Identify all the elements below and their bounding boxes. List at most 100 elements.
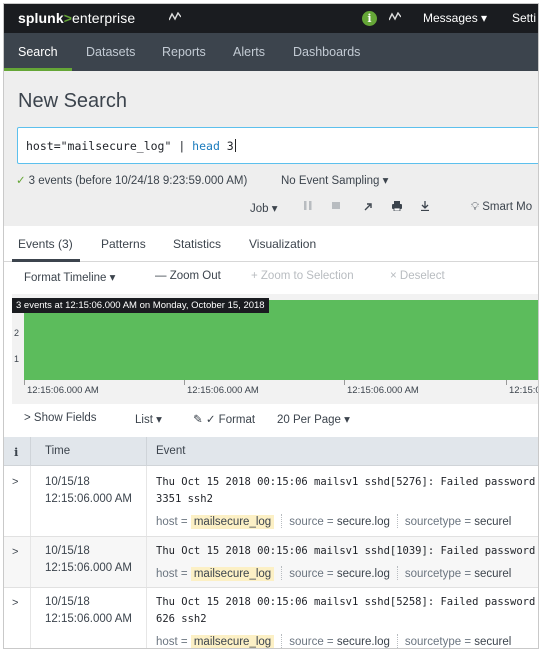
deselect-button[interactable]: × Deselect [390,270,445,282]
logo-brand: splunk [18,10,64,26]
activity-menu-icon[interactable] [388,11,402,25]
field-separator [396,514,398,528]
format-timeline-dropdown[interactable]: Format Timeline ▾ [24,270,115,284]
logo-product: enterprise [72,10,136,26]
timeline-x-tick [184,380,185,385]
event-sampling-dropdown[interactable]: No Event Sampling ▾ [281,173,388,187]
show-fields-button[interactable]: > Show Fields [24,412,97,424]
nav-reports[interactable]: Reports [162,45,206,59]
nav-dashboards[interactable]: Dashboards [293,45,360,59]
row-divider [30,466,31,536]
top-bar: splunk>enterprise i Messages ▾ Setti [4,4,538,33]
source-field-value[interactable]: secure.log [337,636,390,648]
event-date: 10/15/18 [45,476,90,488]
job-menu[interactable]: Job ▾ [250,201,278,215]
splunk-logo[interactable]: splunk>enterprise [18,10,135,26]
print-icon[interactable] [392,201,402,214]
bulb-icon: 💡︎ [471,201,480,213]
splunk-window: splunk>enterprise i Messages ▾ Setti Sea… [3,3,539,649]
timeline-x-tick [24,380,25,385]
settings-menu[interactable]: Setti [512,11,536,25]
source-field-value[interactable]: secure.log [337,568,390,580]
event-time: 12:15:06.000 AM [45,493,132,505]
field-separator [281,634,283,648]
timeline-y-label: 2 [14,328,20,338]
tab-statistics[interactable]: Statistics [173,237,221,251]
export-icon[interactable] [420,201,430,214]
event-timeline[interactable]: 3 events at 12:15:06.000 AM on Monday, O… [12,294,538,404]
tab-active-indicator [12,259,80,262]
tab-events[interactable]: Events (3) [18,237,73,251]
stop-icon[interactable] [332,201,340,213]
nav-search[interactable]: Search [18,45,58,59]
zoom-to-selection-button[interactable]: + Zoom to Selection [251,270,354,282]
row-divider [30,588,31,648]
event-raw-text: Thu Oct 15 2018 00:15:06 mailsv1 sshd[10… [156,545,539,557]
logo-arrow: > [63,10,72,26]
share-icon[interactable] [364,201,374,214]
sourcetype-field-value[interactable]: securel [474,568,511,580]
event-column-header: Event [156,445,186,457]
list-view-dropdown[interactable]: List ▾ [135,412,162,426]
field-separator [281,514,283,528]
tab-visualization[interactable]: Visualization [249,237,316,251]
nav-alerts[interactable]: Alerts [233,45,265,59]
expand-chevron-icon[interactable]: > [12,476,18,488]
event-time: 12:15:06.000 AM [45,562,132,574]
per-page-dropdown[interactable]: 20 Per Page ▾ [277,412,350,426]
table-row: > 10/15/18 12:15:06.000 AM Thu Oct 15 20… [4,588,539,648]
timeline-y-label: 1 [14,354,20,364]
field-separator [396,634,398,648]
event-raw-text: Thu Oct 15 2018 00:15:06 mailsv1 sshd[52… [156,596,539,608]
info-column-icon: i [14,445,19,459]
tab-patterns[interactable]: Patterns [101,237,146,251]
row-divider [30,537,31,587]
event-fields: host = mailsecure_log source = secure.log… [156,634,512,648]
search-query-text[interactable]: host="mailsecure_log" | head 3 [26,139,236,153]
event-raw-text: 626 ssh2 [156,613,207,625]
source-field-value[interactable]: secure.log [337,516,390,528]
table-row: > 10/15/18 12:15:06.000 AM Thu Oct 15 20… [4,537,539,588]
events-table-header: i Time Event [4,437,538,466]
event-fields: host = mailsecure_log source = secure.log… [156,514,512,529]
messages-menu[interactable]: Messages ▾ [423,11,487,25]
timeline-tooltip: 3 events at 12:15:06.000 AM on Monday, O… [12,298,269,313]
sourcetype-field-value[interactable]: securel [474,636,511,648]
search-header: New Search host="mailsecure_log" | head … [4,71,538,226]
search-command: head [192,139,220,153]
host-field-value[interactable]: mailsecure_log [190,515,275,529]
event-raw-text: Thu Oct 15 2018 00:15:06 mailsv1 sshd[52… [156,476,539,488]
expand-chevron-icon[interactable]: > [12,546,18,558]
format-button[interactable]: ✎︎ ✓ Format [193,412,255,426]
timeline-x-label: 12:15:06.000 AM [187,385,259,396]
info-icon[interactable]: i [362,11,377,26]
row-divider [146,466,147,536]
host-field-value[interactable]: mailsecure_log [190,635,275,648]
table-row: > 10/15/18 12:15:06.000 AM Thu Oct 15 20… [4,466,539,537]
event-time: 12:15:06.000 AM [45,613,132,625]
timeline-x-label: 12:15:06.000 AM [27,385,99,396]
text-cursor [234,139,236,152]
column-divider [30,437,31,466]
check-icon: ✓ [16,175,26,187]
row-divider [146,537,147,587]
activity-icon[interactable] [168,11,182,25]
zoom-out-button[interactable]: — Zoom Out [155,270,221,282]
host-field-value[interactable]: mailsecure_log [190,567,275,581]
search-input[interactable]: host="mailsecure_log" | head 3 [17,127,538,164]
page-title: New Search [18,90,127,112]
field-separator [396,566,398,580]
expand-chevron-icon[interactable]: > [12,597,18,609]
timeline-x-label: 12:15:06.000 AM [347,385,419,396]
sourcetype-field-value[interactable]: securel [474,516,511,528]
smart-mode-dropdown[interactable]: 💡︎ Smart Mo [471,201,532,214]
event-raw-text: 3351 ssh2 [156,493,213,505]
field-separator [281,566,283,580]
time-column-header[interactable]: Time [45,445,70,457]
pencil-icon: ✎︎ [193,414,203,426]
column-divider [146,437,147,466]
pause-icon[interactable] [304,201,312,213]
results-tabs: Events (3) Patterns Statistics Visualiza… [4,226,538,262]
row-divider [146,588,147,648]
nav-datasets[interactable]: Datasets [86,45,135,59]
